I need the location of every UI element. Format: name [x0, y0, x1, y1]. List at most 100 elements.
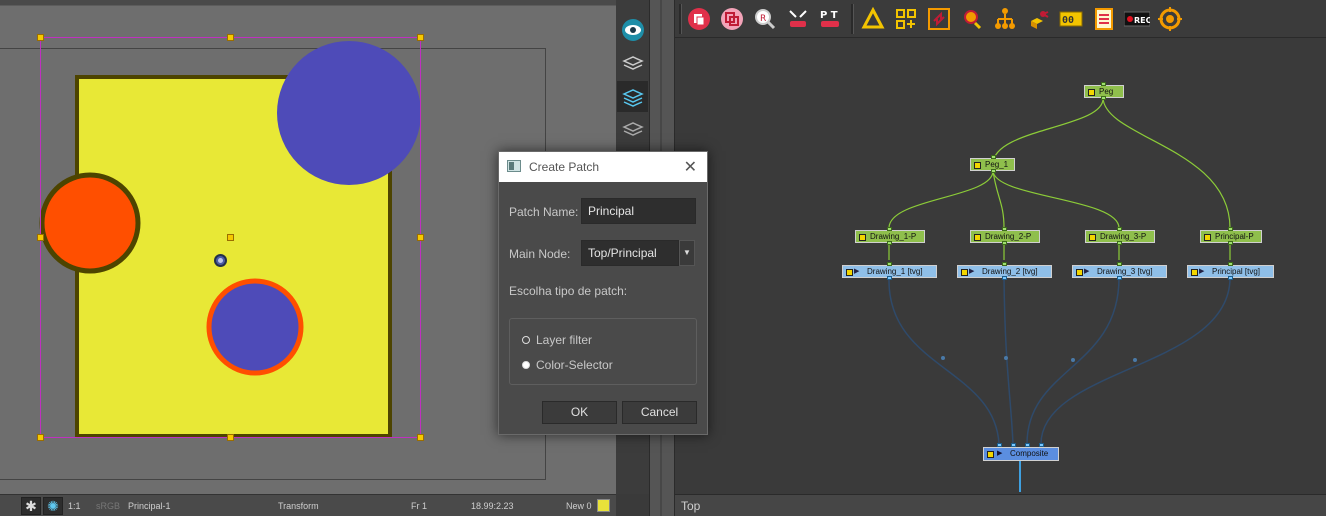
transform-handle[interactable]	[227, 34, 234, 41]
node-port[interactable]	[991, 169, 996, 173]
node-port[interactable]	[1101, 82, 1106, 86]
node-port[interactable]	[887, 276, 892, 280]
layers-icon[interactable]	[617, 114, 648, 145]
node-label: Composite	[1010, 449, 1049, 458]
chevron-down-icon[interactable]: ▼	[679, 240, 695, 266]
toolbar-separator	[851, 4, 854, 34]
node-port[interactable]	[1228, 227, 1233, 231]
node-label: Principal [tvg]	[1212, 267, 1261, 276]
node-port[interactable]	[1228, 241, 1233, 245]
color-selector-label[interactable]: Color-Selector	[536, 358, 613, 372]
dialog-title: Create Patch	[529, 160, 600, 174]
color-selector-radio[interactable]	[522, 361, 530, 369]
svg-text:R: R	[760, 14, 766, 24]
node-port[interactable]	[887, 241, 892, 245]
pt-label: P T	[820, 10, 838, 21]
zoom-readout: 1:1	[68, 501, 81, 511]
node-port[interactable]	[1011, 443, 1016, 447]
cube-network-icon[interactable]	[1025, 6, 1051, 32]
transform-handle[interactable]	[227, 234, 234, 241]
patch-name-label: Patch Name:	[509, 205, 579, 219]
node-port[interactable]	[887, 262, 892, 266]
node-port[interactable]	[1101, 96, 1106, 100]
target-icon[interactable]	[1157, 6, 1183, 32]
create-patch-icon[interactable]	[686, 6, 712, 32]
node-port[interactable]	[1117, 227, 1122, 231]
patch-type-label: Escolha tipo de patch:	[509, 284, 628, 298]
cancel-button[interactable]: Cancel	[622, 401, 697, 424]
peg-arrows-icon[interactable]	[785, 6, 811, 32]
node-port[interactable]	[1228, 276, 1233, 280]
transform-handle[interactable]	[37, 434, 44, 441]
triangle-recycle-icon[interactable]	[860, 6, 886, 32]
search-node-icon[interactable]: R	[752, 6, 778, 32]
counter-icon[interactable]: 00	[1058, 6, 1084, 32]
node-port[interactable]	[1039, 443, 1044, 447]
node-label: Principal-P	[1215, 232, 1254, 241]
frame-readout: Fr 1	[411, 501, 428, 511]
layer-filter-radio[interactable]	[522, 336, 530, 344]
node-port[interactable]	[1002, 227, 1007, 231]
layer-filter-label[interactable]: Layer filter	[536, 333, 592, 347]
node-port[interactable]	[1002, 276, 1007, 280]
patch-type-group: Layer filter Color-Selector	[509, 318, 697, 385]
node-port[interactable]	[1228, 262, 1233, 266]
node-label: Drawing_2-P	[985, 232, 1032, 241]
dialog-title-bar[interactable]: Create Patch ✕	[499, 152, 707, 182]
node-port[interactable]	[1002, 241, 1007, 245]
hierarchy-icon[interactable]	[992, 6, 1018, 32]
pt-icon[interactable]: P T	[818, 6, 844, 32]
rec-label: REC	[1134, 16, 1150, 25]
rec-icon[interactable]: REC	[1124, 6, 1150, 32]
node-port[interactable]	[1002, 262, 1007, 266]
transform-handle[interactable]	[37, 34, 44, 41]
transform-handle[interactable]	[417, 234, 424, 241]
window-icon	[507, 160, 521, 172]
counter-label: 00	[1062, 15, 1074, 26]
gear-icon[interactable]: ✱	[21, 497, 41, 515]
node-port[interactable]	[1117, 276, 1122, 280]
layers-icon[interactable]	[617, 81, 648, 112]
node-label: Peg	[1099, 87, 1114, 96]
node-pin-icon[interactable]	[959, 6, 985, 32]
drawing-readout: Principal-1	[128, 501, 171, 511]
swap-node-icon[interactable]	[926, 6, 952, 32]
grid-add-icon[interactable]	[893, 6, 919, 32]
node-port[interactable]	[997, 443, 1002, 447]
node-label: Drawing_1-P	[870, 232, 917, 241]
create-patch-dialog: Create Patch ✕ Patch Name: Principal Mai…	[498, 151, 708, 435]
node-port[interactable]	[991, 155, 996, 159]
clone-icon[interactable]	[719, 6, 745, 32]
checklist-icon[interactable]	[1091, 6, 1117, 32]
node-label: Drawing_3 [tvg]	[1097, 267, 1153, 276]
layers-icon[interactable]	[617, 48, 648, 79]
pivot-point[interactable]	[214, 254, 227, 267]
patch-name-input[interactable]: Principal	[581, 198, 696, 224]
transform-handle[interactable]	[417, 434, 424, 441]
node-label: Drawing_2 [tvg]	[982, 267, 1038, 276]
node-label: Drawing_3-P	[1100, 232, 1147, 241]
close-icon[interactable]: ✕	[684, 157, 697, 177]
node-view-toolbar: R P T 00 REC	[675, 0, 1326, 38]
node-label: Peg_1	[985, 160, 1009, 169]
view-path-label: Top	[681, 499, 701, 513]
node-view[interactable]: Peg Peg_1 Drawing_1-P Drawing_2-P Drawin…	[675, 38, 1326, 494]
transform-handle[interactable]	[37, 234, 44, 241]
current-color-swatch[interactable]	[597, 499, 610, 512]
toolbar-grip	[679, 4, 682, 34]
node-port[interactable]	[1025, 443, 1030, 447]
ok-button[interactable]: OK	[542, 401, 617, 424]
main-node-select[interactable]: Top/Principal	[581, 240, 679, 266]
node-view-status-bar: Top	[675, 494, 1326, 516]
main-node-label: Main Node:	[509, 247, 571, 261]
node-port[interactable]	[887, 227, 892, 231]
transform-handle[interactable]	[417, 34, 424, 41]
node-port[interactable]	[1117, 241, 1122, 245]
transform-handle[interactable]	[227, 434, 234, 441]
coordinate-readout: 18.99:2.23	[471, 501, 514, 511]
tool-readout: Transform	[278, 501, 319, 511]
sun-settings-icon[interactable]: ✺	[43, 497, 63, 515]
eye-icon[interactable]	[617, 14, 648, 45]
composite-node[interactable]: Composite	[983, 447, 1059, 461]
node-port[interactable]	[1117, 262, 1122, 266]
